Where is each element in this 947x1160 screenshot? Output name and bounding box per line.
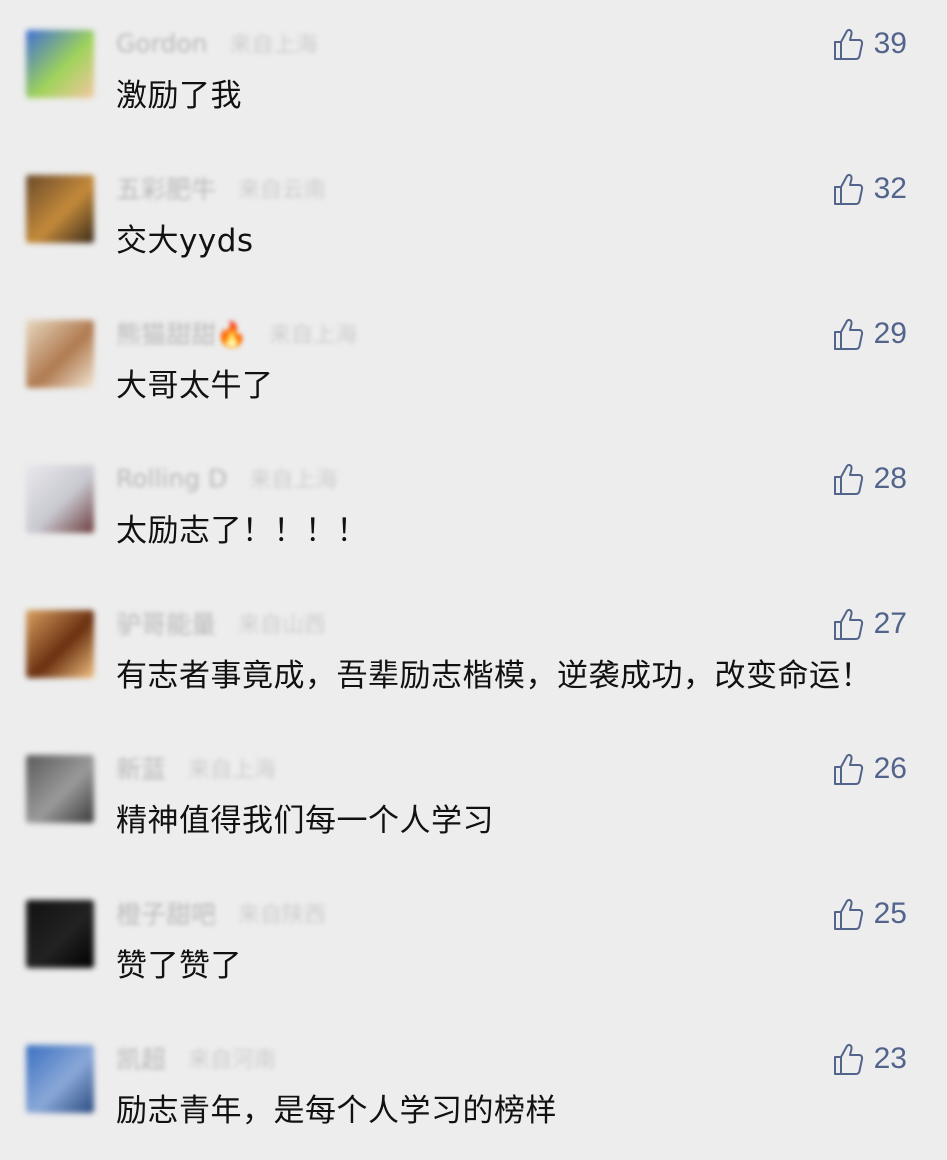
comment-meta: Gordon 来自上海 xyxy=(116,28,318,59)
author-name[interactable]: 熊猫甜甜🔥 xyxy=(116,315,247,351)
like-button[interactable]: 23 xyxy=(832,1039,907,1079)
like-count: 39 xyxy=(873,27,907,60)
like-count: 25 xyxy=(873,897,907,930)
comment-meta: 橙子甜吧 来自陕西 xyxy=(116,895,327,931)
comment-meta: 凯超 来自河南 xyxy=(116,1040,277,1076)
comment-item: 橙子甜吧 来自陕西 赞了赞了 25 xyxy=(0,870,947,1015)
location-label: 来自上海 xyxy=(269,323,358,348)
like-button[interactable]: 27 xyxy=(832,604,907,644)
thumbs-up-icon[interactable] xyxy=(832,172,864,206)
thumbs-up-icon[interactable] xyxy=(832,607,864,641)
avatar[interactable] xyxy=(26,465,94,533)
comment-meta: 新蓝 来自上海 xyxy=(116,750,277,786)
thumbs-up-icon[interactable] xyxy=(832,752,864,786)
like-count: 27 xyxy=(873,607,907,640)
thumbs-up-icon[interactable] xyxy=(832,1042,864,1076)
author-name[interactable]: 五彩肥牛 xyxy=(116,170,216,206)
comment-item: 五彩肥牛 来自云南 交大yyds 32 xyxy=(0,145,947,290)
avatar[interactable] xyxy=(26,175,94,243)
location-label: 来自上海 xyxy=(229,33,318,58)
comment-item: 驴哥能量 来自山西 有志者事竟成，吾辈励志楷模，逆袭成功，改变命运！ 27 xyxy=(0,580,947,725)
author-name[interactable]: Rolling D xyxy=(116,464,227,493)
comment-meta: 驴哥能量 来自山西 xyxy=(116,605,327,641)
thumbs-up-icon[interactable] xyxy=(832,897,864,931)
comment-item: Gordon 来自上海 激励了我 39 xyxy=(0,0,947,145)
like-count: 28 xyxy=(873,462,907,495)
avatar[interactable] xyxy=(26,30,94,98)
location-label: 来自山西 xyxy=(238,613,327,638)
like-button[interactable]: 28 xyxy=(832,459,907,499)
comment-item: 新蓝 来自上海 精神值得我们每一个人学习 26 xyxy=(0,725,947,870)
comment-meta: 熊猫甜甜🔥 来自上海 xyxy=(116,315,358,351)
like-count: 26 xyxy=(873,752,907,785)
comment-item: 熊猫甜甜🔥 来自上海 大哥太牛了 29 xyxy=(0,290,947,435)
comment-item: Rolling D 来自上海 太励志了！！！！ 28 xyxy=(0,435,947,580)
comment-text: 交大yyds xyxy=(116,223,254,259)
comment-meta: 五彩肥牛 来自云南 xyxy=(116,170,327,206)
author-name[interactable]: 驴哥能量 xyxy=(116,605,216,641)
comment-meta: Rolling D 来自上海 xyxy=(116,463,338,494)
thumbs-up-icon[interactable] xyxy=(832,27,864,61)
like-count: 32 xyxy=(873,172,907,205)
avatar[interactable] xyxy=(26,320,94,388)
author-name[interactable]: Gordon xyxy=(116,29,208,58)
comment-text: 太励志了！！！！ xyxy=(116,513,368,549)
location-label: 来自河南 xyxy=(188,1048,277,1073)
comment-text: 大哥太牛了 xyxy=(116,368,274,404)
like-button[interactable]: 29 xyxy=(832,314,907,354)
like-button[interactable]: 32 xyxy=(832,169,907,209)
comment-item: 凯超 来自河南 励志青年，是每个人学习的榜样 23 xyxy=(0,1015,947,1160)
location-label: 来自上海 xyxy=(188,758,277,783)
like-count: 29 xyxy=(873,317,907,350)
comment-text: 精神值得我们每一个人学习 xyxy=(116,803,494,839)
author-name[interactable]: 橙子甜吧 xyxy=(116,895,216,931)
avatar[interactable] xyxy=(26,610,94,678)
location-label: 来自云南 xyxy=(238,178,327,203)
comment-list: Gordon 来自上海 激励了我 39 五彩肥牛 来自云南 交大yyds 32 … xyxy=(0,0,947,1158)
like-button[interactable]: 26 xyxy=(832,749,907,789)
avatar[interactable] xyxy=(26,1045,94,1113)
like-button[interactable]: 25 xyxy=(832,894,907,934)
comment-text: 赞了赞了 xyxy=(116,948,242,984)
avatar[interactable] xyxy=(26,755,94,823)
author-name[interactable]: 新蓝 xyxy=(116,750,166,786)
comment-text: 激励了我 xyxy=(116,78,242,114)
like-button[interactable]: 39 xyxy=(832,24,907,64)
location-label: 来自上海 xyxy=(249,468,338,493)
avatar[interactable] xyxy=(26,900,94,968)
author-name[interactable]: 凯超 xyxy=(116,1040,166,1076)
thumbs-up-icon[interactable] xyxy=(832,317,864,351)
comment-text: 有志者事竟成，吾辈励志楷模，逆袭成功，改变命运！ xyxy=(116,658,872,694)
like-count: 23 xyxy=(873,1042,907,1075)
comment-text: 励志青年，是每个人学习的榜样 xyxy=(116,1093,557,1129)
location-label: 来自陕西 xyxy=(238,903,327,928)
thumbs-up-icon[interactable] xyxy=(832,462,864,496)
